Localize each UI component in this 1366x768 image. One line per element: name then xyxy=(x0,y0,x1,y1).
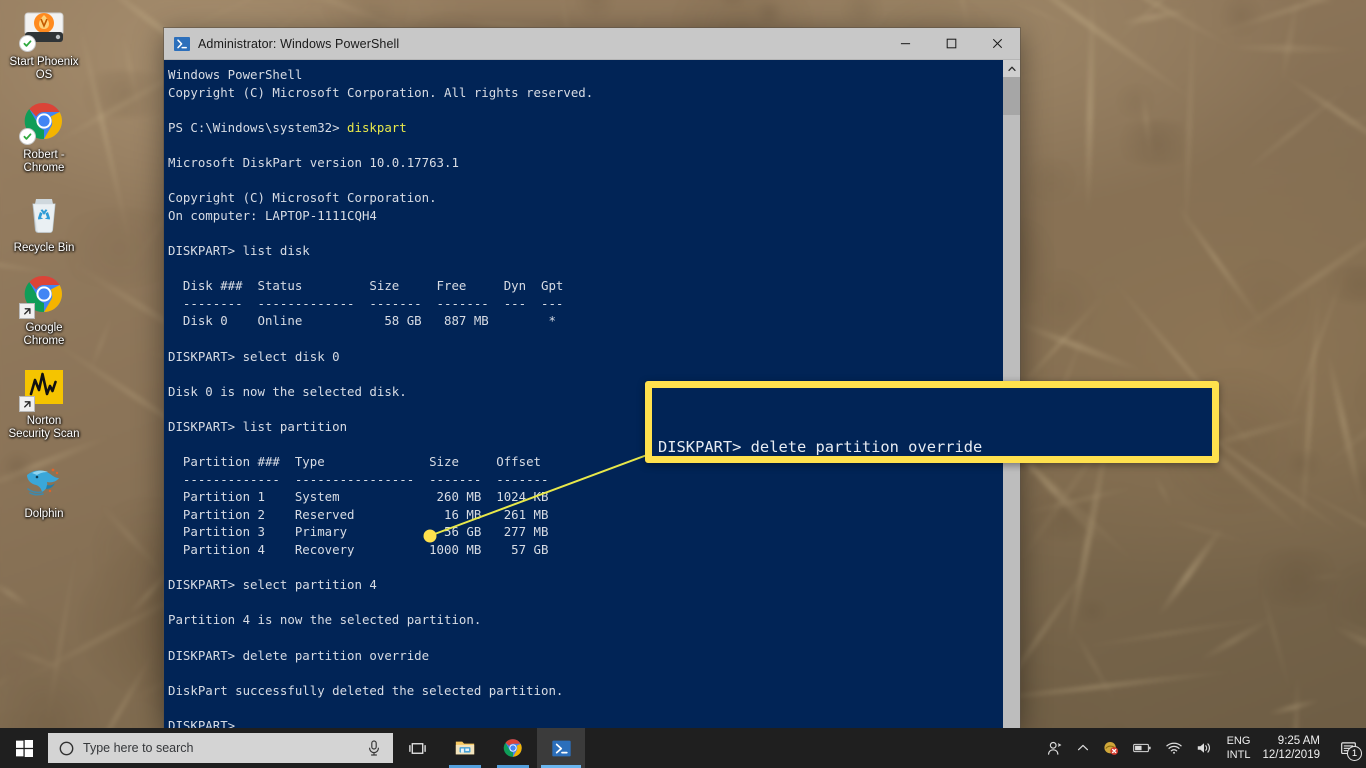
powershell-window[interactable]: Administrator: Windows PowerShell Window… xyxy=(164,28,1020,728)
maximize-button[interactable] xyxy=(928,28,974,60)
clock-date: 12/12/2019 xyxy=(1262,749,1320,761)
dolphin-icon xyxy=(20,456,68,504)
console-line: DISKPART> select disk 0 xyxy=(168,348,340,364)
shortcut-arrow-badge-icon xyxy=(19,396,35,412)
close-button[interactable] xyxy=(974,28,1020,60)
volume-icon[interactable] xyxy=(1189,728,1219,768)
search-circle-icon xyxy=(59,741,74,756)
hard-drive-icon xyxy=(19,4,68,52)
clock[interactable]: 9:25 AM 12/12/2019 xyxy=(1258,728,1330,768)
desktop-icon-recycle-bin[interactable]: Recycle Bin xyxy=(5,186,83,258)
console-line: ------------- ---------------- ------- -… xyxy=(168,471,549,487)
system-tray: ENG INTL 9:25 AM 12/12/2019 1 xyxy=(1040,728,1366,768)
console-line: DiskPart successfully deleted the select… xyxy=(168,682,564,698)
console-line: Microsoft DiskPart version 10.0.17763.1 xyxy=(168,154,459,170)
windows-logo-icon xyxy=(15,739,33,757)
console-prompt: PS C:\Windows\system32> xyxy=(168,119,348,135)
norton-icon[interactable] xyxy=(1096,728,1126,768)
console-line: Partition 1 System 260 MB 1024 KB xyxy=(168,489,549,505)
console-line: Partition 3 Primary 56 GB 277 MB xyxy=(168,524,549,540)
desktop-icon-label: Norton Security Scan xyxy=(8,415,80,440)
microphone-icon[interactable] xyxy=(367,740,381,756)
recycle-bin-icon xyxy=(20,190,68,238)
powershell-icon xyxy=(551,740,571,756)
scrollbar-thumb[interactable] xyxy=(1003,77,1020,115)
console-line: Disk ### Status Size Free Dyn Gpt xyxy=(168,278,564,294)
desktop-icon-robert-chrome[interactable]: Robert - Chrome xyxy=(5,93,83,178)
console-line: Disk 0 Online 58 GB 887 MB * xyxy=(168,313,556,329)
desktop-icon-dolphin[interactable]: Dolphin xyxy=(5,452,83,524)
search-input[interactable]: Type here to search xyxy=(48,733,393,763)
powershell-icon xyxy=(174,36,190,52)
desktop-icon-norton-security-scan[interactable]: Norton Security Scan xyxy=(5,359,83,444)
norton-icon xyxy=(19,363,68,412)
shield-check-badge-icon xyxy=(19,128,36,145)
callout-line-1: DISKPART> delete partition override xyxy=(658,438,983,456)
notifications-button[interactable]: 1 xyxy=(1330,728,1366,768)
task-view-icon xyxy=(408,742,426,754)
minimize-button[interactable] xyxy=(882,28,928,60)
scroll-up-arrow-icon[interactable] xyxy=(1003,60,1020,77)
shield-check-badge-icon xyxy=(19,35,36,52)
desktop-icon-google-chrome[interactable]: Google Chrome xyxy=(5,266,83,351)
console-line: Copyright (C) Microsoft Corporation. xyxy=(168,190,437,206)
wifi-icon[interactable] xyxy=(1159,728,1189,768)
console-line: PS C:\Windows\system32> diskpart xyxy=(166,119,1003,137)
notification-count-badge: 1 xyxy=(1347,746,1362,761)
battery-icon[interactable] xyxy=(1126,728,1159,768)
console-line: DISKPART> list disk xyxy=(168,242,310,258)
taskbar: Type here to search ENG INTL 9:25 AM 12/… xyxy=(0,728,1366,768)
console-line: Partition 2 Reserved 16 MB 261 MB xyxy=(168,506,549,522)
console-command: diskpart xyxy=(347,119,407,135)
clock-time: 9:25 AM xyxy=(1277,735,1320,747)
chrome-icon xyxy=(19,270,68,319)
console-line: Windows PowerShell xyxy=(168,67,303,82)
callout-box: DISKPART> delete partition override Disk… xyxy=(645,381,1219,463)
console-line: DISKPART> xyxy=(168,717,236,728)
show-hidden-icons-icon[interactable] xyxy=(1070,728,1096,768)
desktop-icon-label: Google Chrome xyxy=(23,322,65,347)
console-line: DISKPART> select partition 4 xyxy=(168,577,377,593)
taskbar-button-chrome[interactable] xyxy=(489,728,537,768)
chrome-icon xyxy=(503,739,522,757)
taskbar-button-powershell[interactable] xyxy=(537,728,585,768)
console-line: DISKPART> delete partition override xyxy=(168,647,430,663)
console-line: -------- ------------- ------- ------- -… xyxy=(168,295,564,311)
chrome-icon xyxy=(19,97,68,145)
console-line: Partition 4 Recovery 1000 MB 57 GB xyxy=(168,542,549,558)
language-line-2: INTL xyxy=(1226,749,1251,761)
desktop-icon-label: Robert - Chrome xyxy=(23,149,65,174)
taskbar-button-task-view[interactable] xyxy=(393,728,441,768)
shortcut-arrow-badge-icon xyxy=(19,303,35,319)
desktop-icon-label: Dolphin xyxy=(24,508,64,520)
desktop-icon-label: Recycle Bin xyxy=(13,242,75,254)
language-line-1: ENG xyxy=(1226,735,1251,747)
window-titlebar[interactable]: Administrator: Windows PowerShell xyxy=(164,28,1020,60)
file-explorer-icon xyxy=(455,741,475,755)
start-button[interactable] xyxy=(0,728,48,768)
window-title: Administrator: Windows PowerShell xyxy=(198,36,400,51)
console-line: On computer: LAPTOP-1111CQH4 xyxy=(168,207,377,223)
language-indicator[interactable]: ENG INTL xyxy=(1219,728,1259,768)
desktop-icon-start-phoenix-os[interactable]: Start Phoenix OS xyxy=(5,0,83,85)
people-icon[interactable] xyxy=(1040,728,1070,768)
taskbar-button-file-explorer[interactable] xyxy=(441,728,489,768)
desktop-icon-list: Start Phoenix OS Robert - Chrome Recycle… xyxy=(0,0,88,532)
console-line: Copyright (C) Microsoft Corporation. All… xyxy=(168,84,594,100)
window-controls xyxy=(882,28,1020,60)
console-line: Partition 4 is now the selected partitio… xyxy=(168,612,482,628)
search-placeholder: Type here to search xyxy=(83,741,194,755)
desktop-icon-label: Start Phoenix OS xyxy=(9,56,79,81)
